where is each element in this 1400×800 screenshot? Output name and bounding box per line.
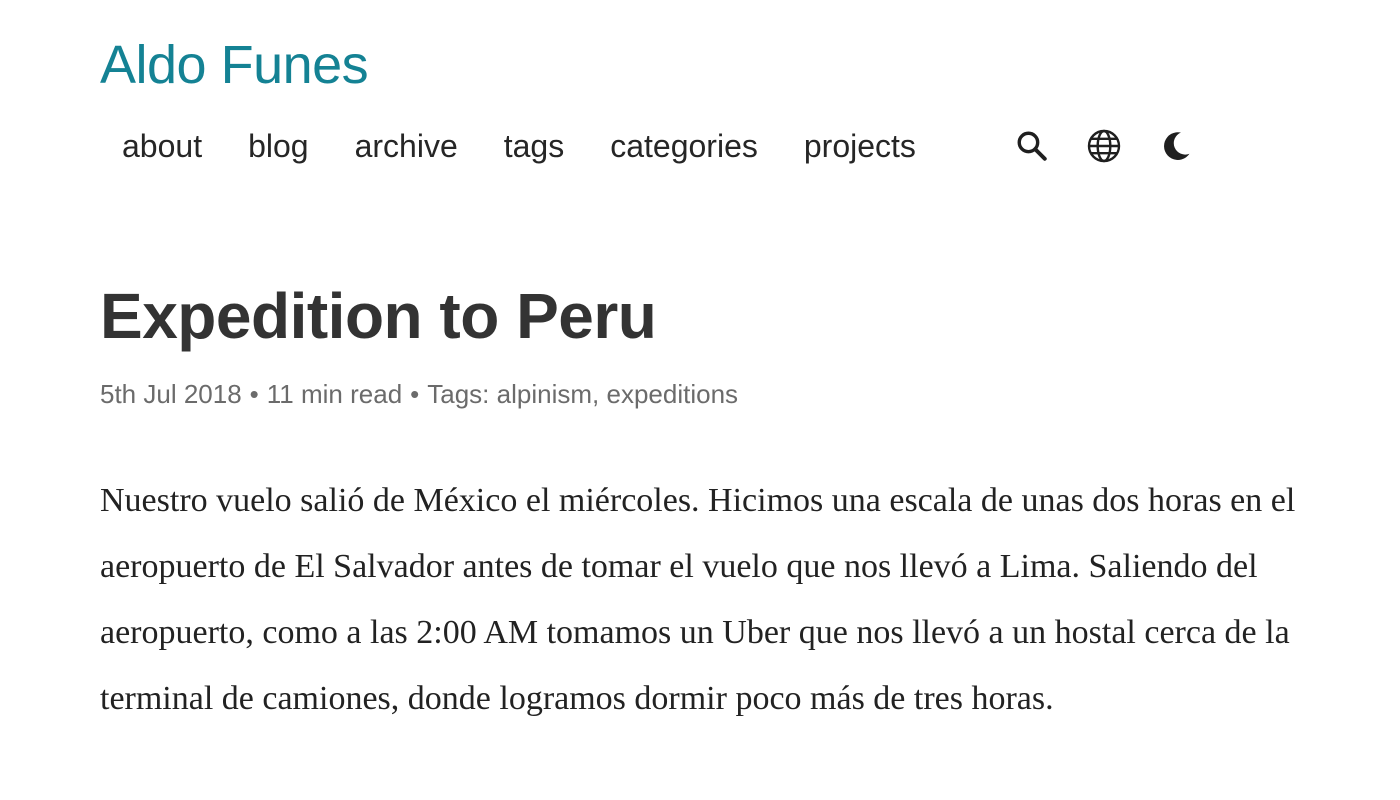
tag-link-alpinism[interactable]: alpinism xyxy=(497,379,592,409)
nav-item-tags[interactable]: tags xyxy=(504,120,564,172)
meta-separator: • xyxy=(249,379,259,409)
tags-label: Tags: xyxy=(427,379,490,409)
tag-link-expeditions[interactable]: expeditions xyxy=(607,379,739,409)
nav-item-categories[interactable]: categories xyxy=(610,120,758,172)
moon-icon xyxy=(1164,132,1190,160)
site-title-link[interactable]: Aldo Funes xyxy=(100,30,369,100)
language-button[interactable] xyxy=(1082,124,1126,168)
read-time: 11 min read xyxy=(266,379,403,409)
search-icon xyxy=(1017,131,1047,161)
theme-toggle-button[interactable] xyxy=(1154,124,1198,168)
post-date: 5th Jul 2018 xyxy=(100,379,242,409)
page: Aldo Funes about blog archive tags categ… xyxy=(0,0,1400,800)
tag-separator: , xyxy=(592,379,600,409)
meta-separator: • xyxy=(410,379,420,409)
nav-item-projects[interactable]: projects xyxy=(804,120,916,172)
globe-icon xyxy=(1087,129,1121,163)
main-nav: about blog archive tags categories proje… xyxy=(100,120,940,172)
nav-item-archive[interactable]: archive xyxy=(355,120,458,172)
search-button[interactable] xyxy=(1010,124,1054,168)
post-body-paragraph: Nuestro vuelo salió de México el miércol… xyxy=(100,482,1296,717)
nav-icon-group xyxy=(1010,124,1226,168)
nav-item-blog[interactable]: blog xyxy=(248,120,309,172)
post-meta: 5th Jul 2018 • 11 min read • Tags: alpinism,… xyxy=(100,376,738,412)
nav-item-about[interactable]: about xyxy=(122,120,202,172)
post-title: Expedition to Peru xyxy=(100,280,657,352)
